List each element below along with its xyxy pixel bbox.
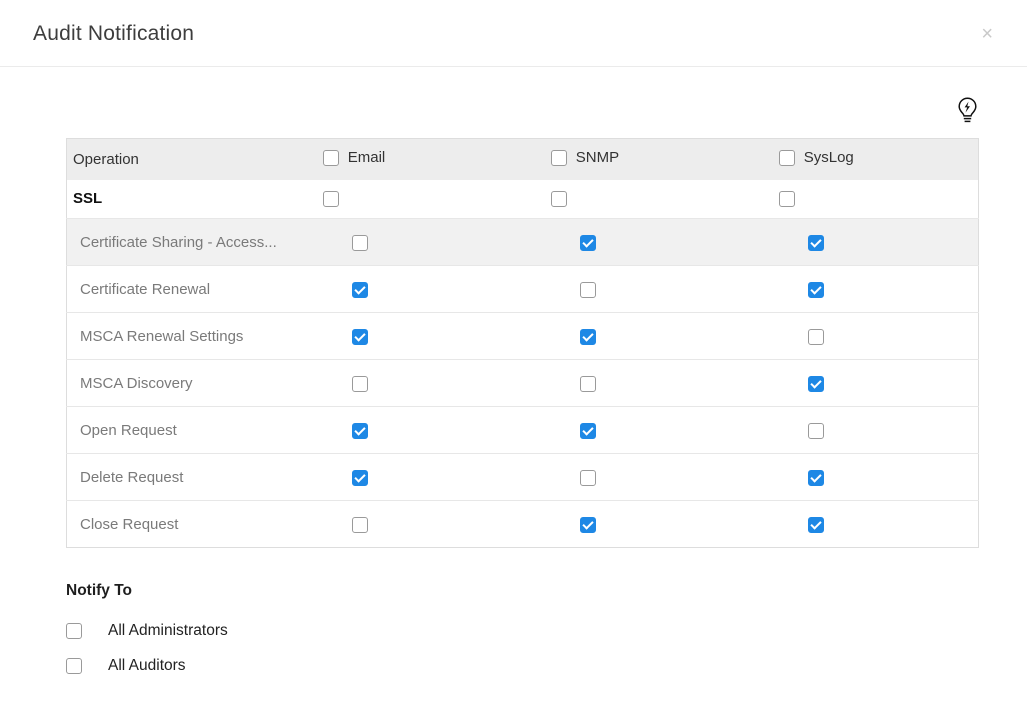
email-checkbox[interactable] [352, 329, 368, 345]
table-header-row: Operation Email SNMP [67, 139, 979, 180]
snmp-checkbox[interactable] [580, 376, 596, 392]
operation-label: Certificate Renewal [67, 266, 313, 313]
table-row: MSCA Renewal Settings [67, 313, 979, 360]
notify-option-label: All Auditors [108, 657, 186, 675]
snmp-checkbox[interactable] [580, 329, 596, 345]
syslog-column-checkbox[interactable] [779, 150, 795, 166]
column-header-email-label: Email [348, 149, 386, 166]
table-row: Certificate Sharing - Access... [67, 219, 979, 266]
operation-label: MSCA Discovery [67, 360, 313, 407]
ssl-syslog-checkbox[interactable] [779, 191, 795, 207]
group-row-ssl: SSL [67, 180, 979, 219]
syslog-checkbox[interactable] [808, 376, 824, 392]
operation-label: Close Request [67, 501, 313, 548]
notify-option-checkbox[interactable] [66, 623, 82, 639]
syslog-checkbox[interactable] [808, 329, 824, 345]
snmp-checkbox[interactable] [580, 282, 596, 298]
email-checkbox[interactable] [352, 235, 368, 251]
syslog-checkbox[interactable] [808, 282, 824, 298]
snmp-checkbox[interactable] [580, 235, 596, 251]
email-checkbox[interactable] [352, 282, 368, 298]
column-header-operation: Operation [67, 139, 313, 180]
table-body: SSL Certificate Sharing - Access... Cert… [67, 180, 979, 548]
notify-options-list: All Administrators All Auditors [66, 622, 979, 675]
ssl-email-checkbox[interactable] [323, 191, 339, 207]
operation-label: Open Request [67, 407, 313, 454]
modal-header: Audit Notification × [0, 0, 1027, 67]
page-title: Audit Notification [33, 22, 194, 46]
email-column-checkbox[interactable] [323, 150, 339, 166]
snmp-column-checkbox[interactable] [551, 150, 567, 166]
ssl-snmp-checkbox[interactable] [551, 191, 567, 207]
column-header-syslog: SysLog [769, 139, 979, 180]
email-checkbox[interactable] [352, 376, 368, 392]
group-row-label: SSL [67, 180, 313, 219]
lightbulb-bolt-icon[interactable] [956, 97, 979, 124]
snmp-checkbox[interactable] [580, 517, 596, 533]
operation-label: Delete Request [67, 454, 313, 501]
column-header-snmp: SNMP [541, 139, 769, 180]
snmp-checkbox[interactable] [580, 423, 596, 439]
notify-option-label: All Administrators [108, 622, 228, 640]
notify-to-section: Notify To All Administrators All Auditor… [66, 582, 979, 675]
audit-notification-modal: Audit Notification × Operation [0, 0, 1027, 727]
syslog-checkbox[interactable] [808, 235, 824, 251]
table-row: MSCA Discovery [67, 360, 979, 407]
email-checkbox[interactable] [352, 517, 368, 533]
column-header-syslog-label: SysLog [804, 149, 854, 166]
table-row: Open Request [67, 407, 979, 454]
operation-label: Certificate Sharing - Access... [67, 219, 313, 266]
modal-body: Operation Email SNMP [0, 67, 1027, 675]
notify-option-checkbox[interactable] [66, 658, 82, 674]
email-checkbox[interactable] [352, 423, 368, 439]
notify-to-heading: Notify To [66, 582, 979, 600]
table-row: Certificate Renewal [67, 266, 979, 313]
syslog-checkbox[interactable] [808, 517, 824, 533]
syslog-checkbox[interactable] [808, 470, 824, 486]
column-header-email: Email [313, 139, 541, 180]
syslog-checkbox[interactable] [808, 423, 824, 439]
notification-table: Operation Email SNMP [66, 138, 979, 548]
close-icon[interactable]: × [977, 20, 997, 48]
column-header-snmp-label: SNMP [576, 149, 619, 166]
table-row: Delete Request [67, 454, 979, 501]
snmp-checkbox[interactable] [580, 470, 596, 486]
operation-label: MSCA Renewal Settings [67, 313, 313, 360]
notify-option[interactable]: All Administrators [66, 622, 979, 640]
notify-option[interactable]: All Auditors [66, 657, 979, 675]
table-row: Close Request [67, 501, 979, 548]
toolbar [66, 67, 979, 138]
email-checkbox[interactable] [352, 470, 368, 486]
